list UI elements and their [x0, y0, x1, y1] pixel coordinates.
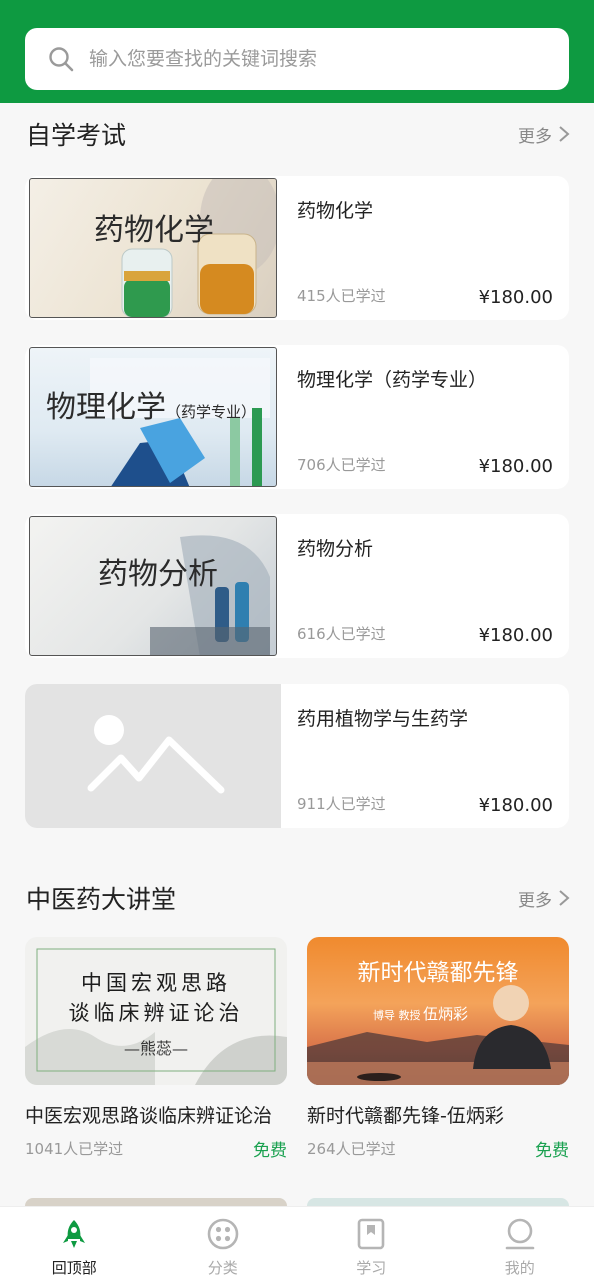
course-title: 药用植物学与生药学 — [297, 708, 469, 730]
tab-label: 学习 — [356, 1259, 387, 1277]
lecture-card[interactable]: 新时代赣鄱先锋 博导 教授 伍炳彩 新时代赣鄱先锋-伍炳彩 264人已学过 免费 — [307, 937, 569, 1161]
rocket-icon — [63, 1220, 86, 1248]
learner-count: 616人已学过 — [297, 625, 386, 643]
lecture-title: 新时代赣鄱先锋-伍炳彩 — [307, 1105, 504, 1127]
image-placeholder-icon — [87, 715, 225, 794]
thumbnail-text: 药物分析 — [98, 557, 218, 592]
thumbnail-text: 物理化学（药学专业） — [46, 390, 257, 425]
course-thumbnail: 物理化学（药学专业） — [25, 345, 281, 489]
course-thumbnail: 药物化学 — [25, 176, 281, 320]
lecture-card[interactable]: 中国宏观思路 谈临床辨证论治 —熊蕊— 中医宏观思路谈临床辨证论治 1041人已… — [25, 937, 287, 1161]
lecture-thumb-name: 伍炳彩 — [423, 1005, 469, 1023]
bottom-tab-bar: 回顶部 分类 学习 我的 — [0, 1206, 594, 1280]
learner-count: 911人已学过 — [297, 795, 386, 813]
search-icon — [49, 47, 74, 72]
section-header-tcm: 中医药大讲堂 更多 — [26, 880, 570, 916]
lecture-title: 中医宏观思路谈临床辨证论治 — [25, 1105, 273, 1127]
course-card[interactable]: 物理化学（药学专业） 物理化学（药学专业） 706人已学过 ¥180.00 — [25, 345, 569, 489]
course-price: ¥180.00 — [478, 795, 553, 816]
course-price: ¥180.00 — [478, 287, 553, 308]
price-free: 免费 — [535, 1141, 569, 1161]
profile-icon — [505, 1218, 535, 1250]
learner-count: 415人已学过 — [297, 287, 386, 305]
search-bar[interactable] — [25, 28, 569, 90]
tab-label: 我的 — [504, 1259, 535, 1277]
course-title: 药物化学 — [297, 200, 374, 222]
tab-back-to-top[interactable]: 回顶部 — [0, 1207, 149, 1280]
tab-label: 分类 — [207, 1259, 238, 1277]
category-icon — [207, 1218, 239, 1250]
tab-study[interactable]: 学习 — [297, 1207, 446, 1280]
course-price: ¥180.00 — [478, 456, 553, 477]
lecture-thumbnail: 新时代赣鄱先锋 博导 教授 伍炳彩 — [307, 937, 569, 1085]
chevron-right-icon — [559, 890, 570, 906]
learner-count: 1041人已学过 — [25, 1140, 124, 1158]
lecture-thumb-author: —熊蕊— — [123, 1039, 188, 1058]
tab-label: 回顶部 — [51, 1259, 97, 1277]
book-icon — [357, 1218, 385, 1250]
section-title: 自学考试 — [26, 121, 127, 150]
course-thumbnail: 药物分析 — [25, 514, 281, 658]
learner-count: 264人已学过 — [307, 1140, 396, 1158]
section-header-self-study: 自学考试 更多 — [26, 116, 570, 152]
lecture-thumb-line1: 中国宏观思路 — [81, 971, 231, 995]
course-card[interactable]: 药用植物学与生药学 911人已学过 ¥180.00 — [25, 684, 569, 828]
lecture-thumbnail: 中国宏观思路 谈临床辨证论治 —熊蕊— — [25, 937, 287, 1085]
thumbnail-text: 药物化学 — [94, 213, 214, 248]
chevron-right-icon — [559, 126, 570, 142]
lecture-thumb-line2: 谈临床辨证论治 — [68, 1001, 244, 1025]
more-label: 更多 — [518, 890, 552, 911]
top-header — [0, 0, 594, 103]
more-link-self-study[interactable]: 更多 — [518, 122, 570, 147]
tab-profile[interactable]: 我的 — [446, 1207, 594, 1280]
course-card[interactable]: 药物分析 药物分析 616人已学过 ¥180.00 — [25, 514, 569, 658]
learner-count: 706人已学过 — [297, 456, 386, 474]
course-card[interactable]: 药物化学 药物化学 415人已学过 ¥180.00 — [25, 176, 569, 320]
course-title: 药物分析 — [297, 538, 374, 560]
search-input[interactable] — [89, 48, 529, 70]
image-placeholder — [25, 684, 281, 828]
tab-category[interactable]: 分类 — [149, 1207, 298, 1280]
more-link-tcm[interactable]: 更多 — [518, 886, 570, 911]
lecture-thumb-line1: 新时代赣鄱先锋 — [357, 960, 519, 986]
price-free: 免费 — [253, 1141, 287, 1161]
lecture-thumb-caption: 博导 教授 — [373, 1009, 421, 1022]
course-price: ¥180.00 — [478, 625, 553, 646]
more-label: 更多 — [518, 126, 552, 147]
section-title: 中医药大讲堂 — [26, 885, 177, 914]
course-title: 物理化学（药学专业） — [297, 369, 488, 391]
